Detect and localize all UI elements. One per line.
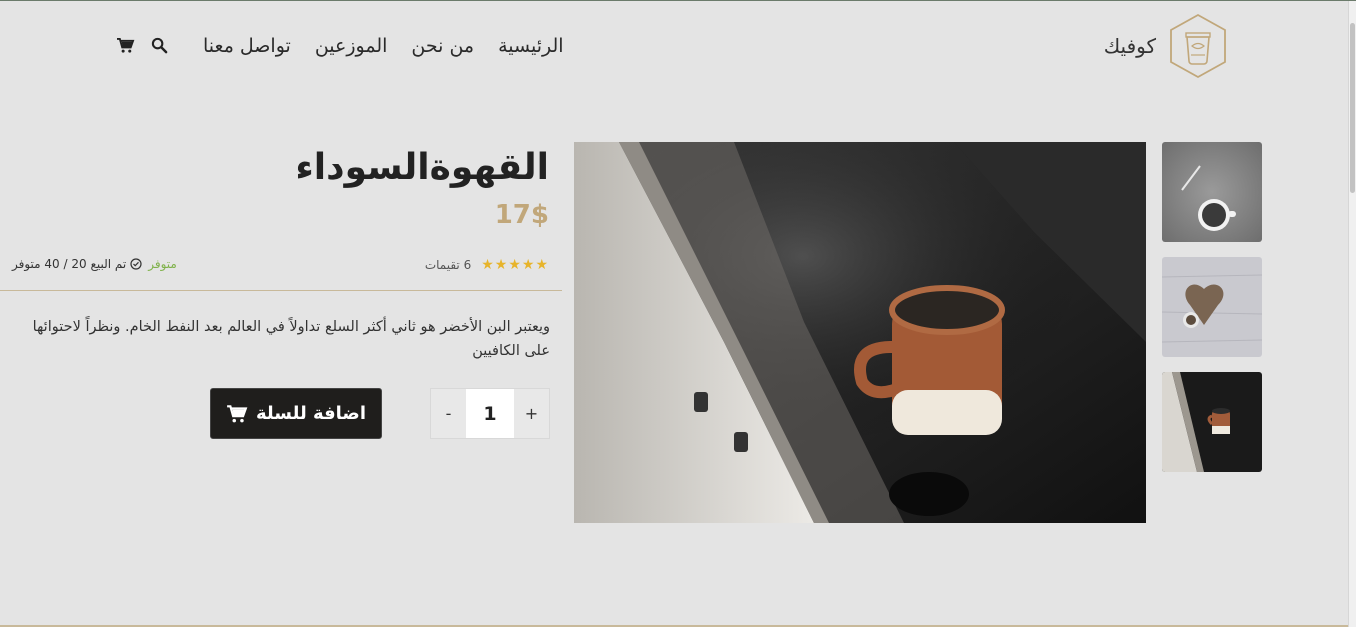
search-icon[interactable]	[151, 37, 168, 54]
stock-status: متوفر تم البيع 20 / 40 متوفر	[12, 257, 177, 271]
product-price: 17$	[494, 200, 549, 230]
product-rating: ★★★★★ 6 تقيمات	[425, 257, 549, 273]
check-circle-icon	[130, 258, 142, 270]
cart-icon[interactable]	[116, 37, 135, 54]
product-thumbnail-2[interactable]	[1162, 257, 1262, 357]
product-thumbnail-1[interactable]	[1162, 142, 1262, 242]
sold-count-text: تم البيع 20 / 40 متوفر	[12, 257, 127, 271]
quantity-value[interactable]: 1	[466, 389, 514, 438]
section-divider	[0, 290, 562, 291]
add-to-cart-label: اضافة للسلة	[256, 403, 366, 424]
quantity-increase-button[interactable]: +	[514, 389, 549, 438]
product-thumbnail-3[interactable]	[1162, 372, 1262, 472]
quantity-stepper: - 1 +	[430, 388, 550, 439]
quantity-decrease-button[interactable]: -	[431, 389, 466, 438]
cart-icon	[227, 404, 248, 422]
main-nav: الرئيسية من نحن الموزعين تواصل معنا	[203, 35, 564, 57]
product-title: القهوةالسوداء	[295, 147, 549, 188]
page-scrollbar[interactable]	[1348, 1, 1356, 627]
brand-name: كوفيك	[1103, 34, 1156, 58]
product-main-image	[574, 142, 1146, 523]
header-icons	[116, 37, 168, 54]
product-description: ويعتبر البن الأخضر هو ثاني أكثر السلع تد…	[32, 319, 550, 359]
rating-stars-icon: ★★★★★	[481, 257, 549, 273]
add-to-cart-button[interactable]: اضافة للسلة	[210, 388, 382, 439]
ratings-count: 6 تقيمات	[424, 258, 472, 272]
sold-info: تم البيع 20 / 40 متوفر	[12, 257, 142, 271]
stock-available-label: متوفر	[148, 257, 177, 271]
nav-contact[interactable]: تواصل معنا	[203, 35, 291, 57]
nav-about[interactable]: من نحن	[411, 35, 474, 57]
scrollbar-thumb[interactable]	[1350, 23, 1355, 193]
coffee-cup-logo-icon	[1170, 13, 1226, 79]
nav-distributors[interactable]: الموزعين	[315, 35, 388, 57]
nav-home[interactable]: الرئيسية	[498, 35, 563, 57]
brand-logo[interactable]: كوفيك	[1104, 13, 1228, 79]
